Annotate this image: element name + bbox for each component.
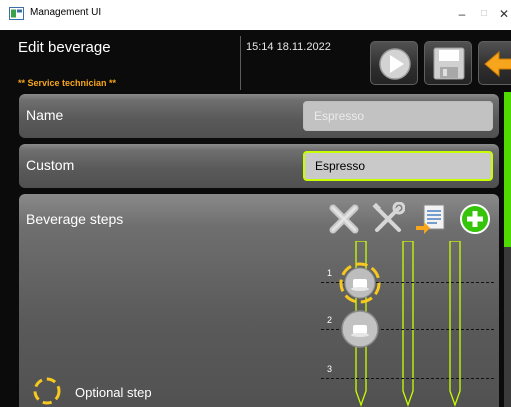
minimize-button[interactable]: – — [452, 4, 472, 24]
beverage-steps-panel: Beverage steps 1 2 3 Optional step — [19, 194, 499, 407]
window-titlebar: Management UI – □ ✕ — [0, 0, 511, 30]
import-document-icon[interactable] — [415, 202, 449, 236]
save-icon — [433, 47, 465, 80]
cup-icon[interactable] — [339, 262, 381, 304]
delete-x-icon[interactable] — [328, 203, 360, 235]
back-button[interactable] — [478, 41, 511, 85]
optional-step-legend: Optional step — [75, 385, 152, 400]
name-row: Name Espresso — [19, 94, 499, 138]
datetime: 15:14 18.11.2022 — [246, 41, 331, 53]
user-role: ** Service technician ** — [18, 78, 117, 88]
back-arrow-icon — [484, 50, 511, 78]
name-field: Espresso — [303, 101, 493, 131]
app-content: Edit beverage ** Service technician ** 1… — [0, 30, 511, 407]
header-divider — [240, 36, 241, 90]
custom-label: Custom — [26, 157, 75, 173]
beverage-steps-title: Beverage steps — [26, 211, 124, 227]
custom-name-input[interactable]: Espresso — [303, 151, 493, 181]
cup-icon[interactable] — [339, 308, 381, 350]
save-button[interactable] — [424, 41, 472, 85]
maximize-button[interactable]: □ — [474, 4, 494, 24]
tools-icon[interactable] — [371, 202, 405, 236]
step-number: 3 — [327, 364, 333, 374]
name-label: Name — [26, 107, 64, 123]
step-divider — [321, 378, 494, 379]
play-icon — [379, 48, 411, 80]
page-title: Edit beverage — [18, 39, 111, 56]
play-button[interactable] — [370, 41, 418, 85]
scrollbar-thumb[interactable] — [504, 92, 511, 247]
add-plus-icon[interactable] — [459, 203, 491, 235]
step-number: 1 — [327, 268, 333, 278]
window-title: Management UI — [30, 7, 102, 18]
custom-row: Custom Espresso — [19, 144, 499, 188]
app-icon — [9, 7, 24, 20]
dashed-circle-icon — [33, 377, 61, 405]
step-number: 2 — [327, 315, 333, 325]
close-button[interactable]: ✕ — [494, 4, 511, 24]
